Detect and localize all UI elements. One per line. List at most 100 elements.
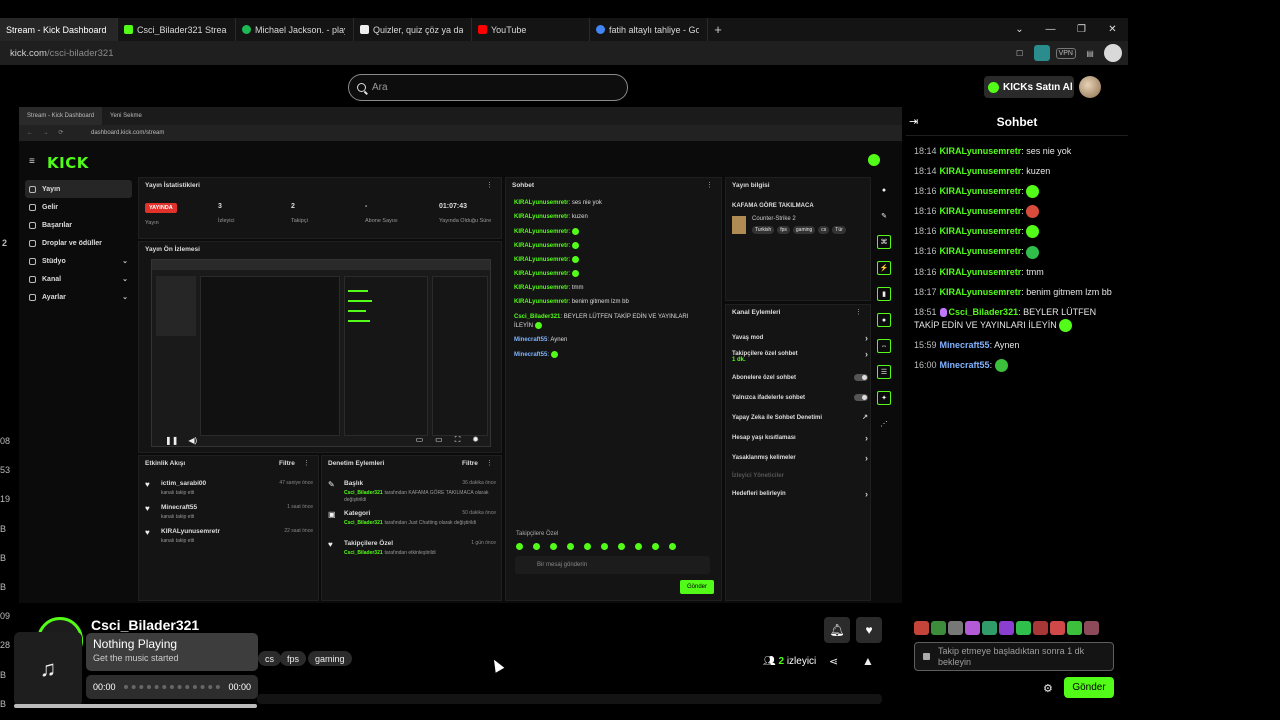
chat-bubble-icon: ● — [877, 313, 891, 327]
music-note-icon[interactable]: ♫ — [14, 632, 82, 706]
minimize-icon[interactable]: — — [1035, 24, 1066, 35]
sidebar-icon[interactable]: ▤ — [1082, 45, 1098, 61]
chat-text: ses nie yok — [571, 200, 602, 206]
emote-icon[interactable] — [931, 621, 946, 635]
emote-icon[interactable] — [1016, 621, 1031, 635]
heart-icon: ♥ — [865, 623, 873, 637]
message-user[interactable]: Minecraft55 — [940, 360, 990, 370]
message-text: tmm — [1026, 266, 1044, 277]
vpn-badge[interactable]: VPN — [1055, 47, 1076, 59]
emote-icon — [635, 543, 642, 550]
emote-icon[interactable] — [999, 621, 1014, 635]
user-avatar[interactable] — [1079, 76, 1101, 98]
message-time: 18:16 — [914, 266, 937, 277]
message-user[interactable]: Csci_Bilader321 — [949, 307, 1019, 317]
emote-icon — [1026, 225, 1040, 239]
stats-panel: Yayın İstatistikleri ⋮ YAYINDA Yayın 3 İzl… — [138, 177, 502, 239]
browser-tab[interactable]: YouTube — [472, 18, 590, 41]
inner-nav-item: Droplar ve ödüller — [25, 234, 132, 252]
stream-player[interactable]: Stream - Kick Dashboard Yeni Sekme ← → ⟳… — [19, 107, 902, 603]
message-user[interactable]: KIRALyunusemretr — [940, 146, 1022, 156]
toggle-switch — [854, 374, 868, 381]
chat-message: 18:16 KIRALyunusemretr: — [914, 185, 1120, 199]
channel-tag[interactable]: fps — [280, 651, 307, 666]
inner-nav-item: Ayarlar ⌄ — [25, 288, 132, 306]
chevron-down-icon: ⌄ — [122, 294, 128, 301]
more-icon: ⋮ — [486, 460, 493, 467]
message-user[interactable]: Minecraft55 — [940, 340, 990, 350]
share-icon[interactable]: ⋖ — [829, 655, 838, 668]
emote-icon[interactable] — [1033, 621, 1048, 635]
send-button[interactable]: Gönder — [1064, 677, 1114, 698]
activity-item: ♥ ictim_sarabi00 kanalı takip etti 47 saniy… — [145, 480, 313, 496]
report-icon[interactable]: ▲ — [862, 654, 874, 668]
emote-icon[interactable] — [1084, 621, 1099, 635]
browser-tab[interactable]: Csci_Bilader321 Stream - W — [118, 18, 236, 41]
left-fragment: 2 — [2, 238, 8, 248]
horizontal-scrollbar[interactable] — [257, 694, 882, 704]
chat-settings-icon[interactable]: ⚙ — [1043, 682, 1053, 695]
stream-tags: Turkish fps gaming cs Tür — [752, 226, 846, 234]
message-time: 18:14 — [914, 166, 937, 176]
fullscreen-icon: ⛶ — [454, 435, 461, 444]
address-bar[interactable]: kick.com/csci-bilader321 ☐ VPN ▤ — [0, 41, 1128, 65]
browser-tab[interactable]: Michael Jackson. - playlist b — [236, 18, 354, 41]
tab-search-icon[interactable]: ⌄ — [1004, 24, 1035, 35]
notification-bell-button[interactable]: 🔔︎ — [824, 617, 850, 643]
message-user[interactable]: KIRALyunusemretr — [940, 206, 1022, 216]
message-user[interactable]: KIRALyunusemretr — [940, 166, 1022, 176]
buy-kicks-button[interactable]: KICKs Satın Al — [984, 76, 1074, 98]
new-tab-button[interactable]: + — [708, 22, 728, 37]
more-icon: ⋮ — [303, 460, 310, 467]
channel-tag[interactable]: cs — [258, 651, 281, 666]
browser-tab[interactable]: Quizler, quiz çöz ya da quiz — [354, 18, 472, 41]
moderation-title: Denetim Eylemleri — [328, 460, 385, 467]
search-input[interactable]: Ara — [348, 74, 628, 101]
stat-value: - — [365, 203, 368, 210]
chat-user: Csci_Bilader321 — [514, 314, 561, 320]
channel-actions-panel: Kanal Eylemleri ⋮ Yavaş mod › Takipçilere… — [725, 304, 871, 601]
browser-tab[interactable]: Stream - Kick Dashboard — [0, 18, 118, 41]
inner-chat-line: KIRALyunusemretr: kuzen — [514, 214, 588, 220]
message-user[interactable]: KIRALyunusemretr — [940, 226, 1022, 236]
emote-icon[interactable] — [948, 621, 963, 635]
message-user[interactable]: KIRALyunusemretr — [940, 267, 1022, 277]
message-user[interactable]: KIRALyunusemretr — [940, 186, 1022, 196]
chat-message: 15:59 Minecraft55: Aynen — [914, 339, 1020, 350]
emote-icon[interactable] — [965, 621, 980, 635]
chat-message-input[interactable]: Takip etmeye başladıktan sonra 1 dk bekl… — [914, 642, 1114, 671]
channel-name[interactable]: Csci_Bilader321 — [91, 617, 199, 633]
profile-avatar[interactable] — [1104, 44, 1122, 62]
follow-button[interactable]: ♥ — [856, 617, 882, 643]
extension-shield-icon[interactable] — [1033, 45, 1050, 61]
inner-tool-column: ● ✎ ⌘ ⚡ ▮ ● ⇔ ☰ ✦ ⋰ — [877, 183, 891, 443]
chevron-down-icon: ⌄ — [122, 276, 128, 283]
message-time: 18:16 — [914, 226, 937, 237]
message-user[interactable]: KIRALyunusemretr — [940, 287, 1022, 297]
chat-message: 18:14 KIRALyunusemretr: kuzen — [914, 166, 1051, 176]
channel-tag[interactable]: gaming — [308, 651, 352, 666]
emote-icon[interactable] — [914, 621, 929, 635]
close-icon[interactable]: ✕ — [1097, 24, 1128, 35]
inner-chat-line: Csci_Bilader321: BEYLER LÜTFEN TAKİP EDİ… — [514, 314, 689, 330]
inner-menu-icon: ≡ — [29, 156, 35, 167]
channel-action: Yasaklanmış kelimeler › — [732, 453, 868, 463]
music-scroll-bar[interactable] — [14, 704, 257, 708]
channel-action-label: Hesap yaşı kısıtlaması — [732, 435, 796, 441]
emote-icon[interactable] — [1067, 621, 1082, 635]
music-progress-bar[interactable]: 00:00 00:00 — [86, 675, 258, 699]
channel-action: Abonelere özel sohbet — [732, 374, 868, 381]
inner-tab: Stream - Kick Dashboard — [19, 107, 103, 125]
window-controls: ⌄ — ❐ ✕ — [1004, 18, 1128, 41]
music-track[interactable] — [123, 685, 221, 689]
inner-nav-item: Stüdyo ⌄ — [25, 252, 132, 270]
emote-icon[interactable] — [982, 621, 997, 635]
emote-icon[interactable] — [1050, 621, 1065, 635]
message-user[interactable]: KIRALyunusemretr — [940, 246, 1022, 256]
channel-action: Yapay Zeka ile Sohbet Denetimi ↗ — [732, 414, 868, 421]
browser-tab[interactable]: fatih altaylı tahliye - Google — [590, 18, 708, 41]
url-text[interactable]: kick.com/csci-bilader321 — [10, 48, 114, 59]
bookmark-icon[interactable]: ☐ — [1012, 45, 1028, 61]
maximize-icon[interactable]: ❐ — [1066, 24, 1097, 35]
chat-user: KIRALyunusemretr — [514, 214, 569, 220]
